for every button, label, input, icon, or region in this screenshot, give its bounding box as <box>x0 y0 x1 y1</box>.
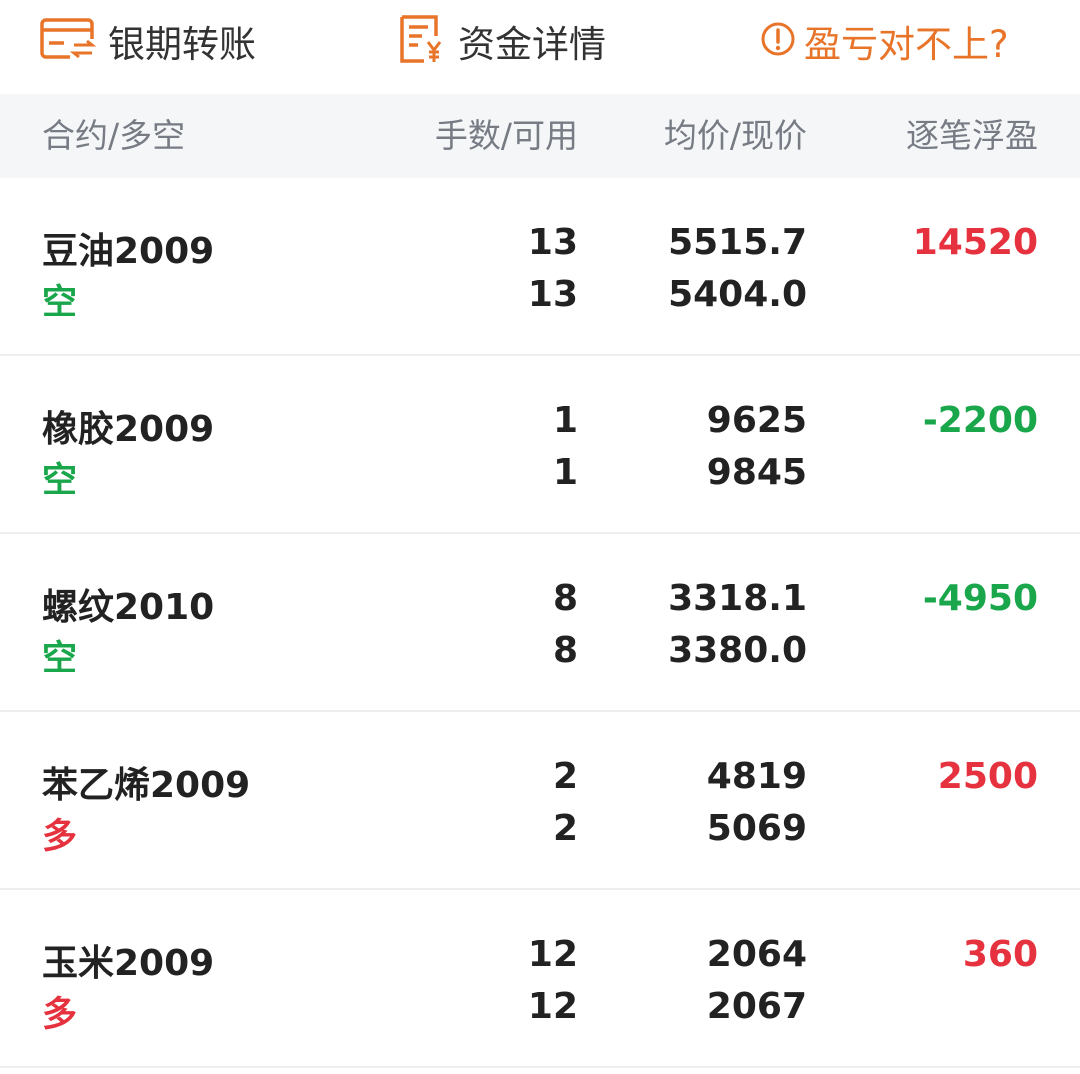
position-row[interactable]: 豆油2009 空 13 13 5515.7 5404.0 14520 <box>0 178 1080 356</box>
average-price: 5515.7 <box>668 222 807 263</box>
fund-details-label: 资金详情 <box>458 23 606 66</box>
available-lots: 8 <box>552 630 578 671</box>
position-lots: 13 <box>527 222 578 263</box>
available-lots: 13 <box>527 274 578 315</box>
last-price: 3380.0 <box>668 630 807 671</box>
positions-table-header: 合约/多空 手数/可用 均价/现价 逐笔浮盈 <box>0 94 1080 178</box>
average-price: 2064 <box>706 934 807 975</box>
position-lots: 12 <box>527 934 578 975</box>
float-pnl-value: 360 <box>962 934 1038 975</box>
contract-name: 玉米2009 <box>42 943 215 984</box>
last-price: 2067 <box>706 986 807 1027</box>
float-pnl-value: 2500 <box>937 756 1038 797</box>
available-lots: 12 <box>527 986 578 1027</box>
position-row[interactable]: 螺纹2010 空 8 8 3318.1 3380.0 -4950 <box>0 534 1080 712</box>
float-pnl-value: -4950 <box>922 578 1038 619</box>
position-direction: 空 <box>42 639 78 679</box>
document-yen-icon <box>398 14 446 68</box>
average-price: 9625 <box>706 400 807 441</box>
contract-name: 苯乙烯2009 <box>42 765 251 806</box>
last-price: 5404.0 <box>668 274 807 315</box>
header-avg-last-price: 均价/现价 <box>663 116 807 155</box>
position-lots: 2 <box>552 756 578 797</box>
position-lots: 1 <box>552 400 578 441</box>
available-lots: 2 <box>552 808 578 849</box>
position-row[interactable]: 橡胶2009 空 1 1 9625 9845 -2200 <box>0 356 1080 534</box>
float-pnl-value: 14520 <box>912 222 1038 263</box>
average-price: 3318.1 <box>668 578 807 619</box>
fund-details-button[interactable]: 资金详情 <box>398 12 606 70</box>
position-lots: 8 <box>552 578 578 619</box>
contract-name: 橡胶2009 <box>42 409 215 450</box>
header-float-pnl: 逐笔浮盈 <box>906 116 1038 155</box>
contract-name: 螺纹2010 <box>42 587 215 628</box>
last-price: 9845 <box>706 452 807 493</box>
positions-list: 豆油2009 空 13 13 5515.7 5404.0 14520 橡胶200… <box>0 178 1080 1068</box>
header-lots-available: 手数/可用 <box>434 116 578 155</box>
available-lots: 1 <box>552 452 578 493</box>
contract-name: 豆油2009 <box>42 231 215 272</box>
bank-futures-transfer-label: 银期转账 <box>108 23 256 66</box>
pnl-mismatch-help-link[interactable]: 盈亏对不上? <box>760 12 1009 70</box>
pnl-mismatch-help-label: 盈亏对不上? <box>804 23 1009 66</box>
exclamation-circle-icon <box>760 21 796 61</box>
position-direction: 多 <box>42 817 78 857</box>
position-direction: 空 <box>42 283 78 323</box>
float-pnl-value: -2200 <box>922 400 1038 441</box>
position-row[interactable]: 苯乙烯2009 多 2 2 4819 5069 2500 <box>0 712 1080 890</box>
position-direction: 空 <box>42 461 78 501</box>
card-transfer-icon <box>40 17 97 65</box>
last-price: 5069 <box>706 808 807 849</box>
top-action-bar: 银期转账 资金详情 盈亏对不上? <box>0 0 1080 94</box>
bank-futures-transfer-button[interactable]: 银期转账 <box>40 12 256 70</box>
average-price: 4819 <box>706 756 807 797</box>
position-direction: 多 <box>42 995 78 1035</box>
header-contract-direction: 合约/多空 <box>42 116 186 155</box>
position-row[interactable]: 玉米2009 多 12 12 2064 2067 360 <box>0 890 1080 1068</box>
